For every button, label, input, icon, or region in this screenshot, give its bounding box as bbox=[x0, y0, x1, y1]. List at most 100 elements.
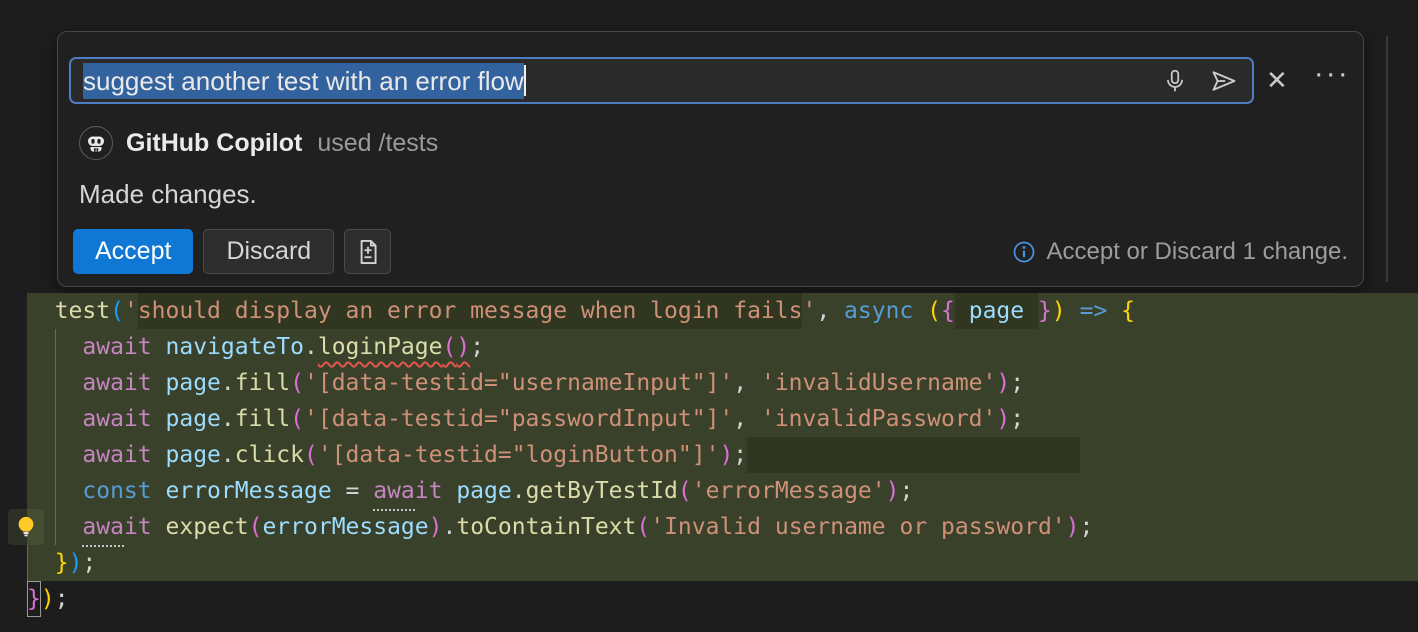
code-line[interactable]: await expect(errorMessage).toContainText… bbox=[0, 509, 1418, 545]
code-token bbox=[152, 509, 166, 545]
code-token: ) bbox=[996, 401, 1010, 437]
code-token: . bbox=[512, 473, 526, 509]
code-token: , bbox=[733, 365, 761, 401]
code-token: '[data-testid="passwordInput"]' bbox=[304, 401, 733, 437]
code-token bbox=[913, 293, 927, 329]
code-token bbox=[152, 473, 166, 509]
lightbulb-icon[interactable] bbox=[8, 509, 44, 545]
code-token: ) bbox=[719, 437, 733, 473]
chat-input[interactable]: suggest another test with an error flow bbox=[69, 57, 1254, 104]
close-glyph: ✕ bbox=[1266, 67, 1288, 93]
more-actions-icon[interactable]: ··· bbox=[1314, 68, 1350, 92]
code-token: toContainText bbox=[456, 509, 636, 545]
code-line[interactable]: }); bbox=[0, 581, 1418, 617]
code-token: ) bbox=[996, 365, 1010, 401]
code-token: ; bbox=[82, 545, 96, 581]
change-status: Accept or Discard 1 change. bbox=[1012, 236, 1349, 268]
close-icon[interactable]: ✕ bbox=[1266, 67, 1288, 93]
code-token: test bbox=[55, 293, 110, 329]
code-token: await bbox=[82, 365, 151, 401]
code-token: async bbox=[844, 293, 913, 329]
code-line[interactable]: await page.fill('[data-testid="passwordI… bbox=[0, 401, 1418, 437]
code-token: loginPage bbox=[318, 329, 443, 365]
code-line[interactable]: }); bbox=[0, 545, 1418, 581]
copilot-name: GitHub Copilot bbox=[126, 129, 302, 158]
code-token: page bbox=[166, 437, 221, 473]
code-token: ) bbox=[886, 473, 900, 509]
code-token: 'invalidUsername' bbox=[761, 365, 996, 401]
code-token: ; bbox=[55, 581, 69, 617]
send-icon[interactable] bbox=[1210, 67, 1238, 95]
code-line[interactable]: await page.fill('[data-testid="usernameI… bbox=[0, 365, 1418, 401]
code-token: ; bbox=[733, 437, 747, 473]
code-token: . bbox=[221, 437, 235, 473]
code-token bbox=[955, 293, 969, 329]
code-token: ; bbox=[1010, 401, 1024, 437]
code-token bbox=[1024, 293, 1038, 329]
microphone-icon[interactable] bbox=[1162, 68, 1188, 94]
code-token: page bbox=[166, 365, 221, 401]
code-token: '[data-testid="usernameInput"]' bbox=[304, 365, 733, 401]
code-token: click bbox=[235, 437, 304, 473]
copilot-response-header: GitHub Copilot used /tests bbox=[79, 126, 438, 160]
editor-code-area[interactable]: test ( 'should display an error message wh… bbox=[0, 293, 1418, 617]
code-token: } bbox=[1038, 293, 1052, 329]
discard-button[interactable]: Discard bbox=[203, 229, 334, 274]
editor-scrollbar[interactable] bbox=[1386, 36, 1388, 282]
code-token: awa bbox=[373, 473, 415, 511]
code-token: page bbox=[456, 473, 511, 509]
code-token: ) bbox=[1066, 509, 1080, 545]
code-token: 'Invalid username or password' bbox=[650, 509, 1065, 545]
code-token: page bbox=[969, 293, 1024, 329]
code-token: ( bbox=[290, 401, 304, 437]
code-token: ( bbox=[290, 365, 304, 401]
code-token bbox=[27, 293, 55, 329]
code-line[interactable]: await page.click('[data-testid="loginBut… bbox=[0, 437, 1418, 473]
indent-guide bbox=[27, 545, 28, 581]
text-cursor bbox=[524, 65, 526, 96]
code-token: page bbox=[166, 401, 221, 437]
code-token: } bbox=[55, 545, 69, 581]
indent-guide bbox=[55, 329, 56, 545]
code-token: const bbox=[82, 473, 151, 509]
code-token: await bbox=[82, 437, 151, 473]
code-token: ) bbox=[69, 545, 83, 581]
code-token bbox=[747, 437, 1079, 473]
status-text: Accept or Discard 1 change. bbox=[1047, 238, 1349, 266]
code-token: . bbox=[221, 401, 235, 437]
code-token bbox=[152, 437, 166, 473]
code-token: ( bbox=[304, 437, 318, 473]
code-token bbox=[1066, 293, 1080, 329]
code-token: { bbox=[1121, 293, 1135, 329]
toggle-changes-icon[interactable] bbox=[344, 229, 391, 274]
code-token: getByTestId bbox=[526, 473, 678, 509]
code-token: ( bbox=[442, 329, 456, 365]
code-token: ' bbox=[124, 293, 138, 329]
code-line[interactable]: const errorMessage = await page.getByTes… bbox=[0, 473, 1418, 509]
code-token: { bbox=[941, 293, 955, 329]
code-token: . bbox=[442, 509, 456, 545]
chat-input-value[interactable]: suggest another test with an error flow bbox=[83, 65, 526, 97]
accept-button[interactable]: Accept bbox=[73, 229, 193, 274]
code-token: . bbox=[304, 329, 318, 365]
code-token: it bbox=[124, 509, 152, 545]
code-token: = bbox=[332, 473, 374, 509]
code-token: } bbox=[27, 581, 41, 617]
code-token: errorMessage bbox=[166, 473, 332, 509]
code-token: should display an error message when log… bbox=[138, 293, 803, 329]
code-token: ; bbox=[470, 329, 484, 365]
code-token: ; bbox=[900, 473, 914, 509]
vscode-editor-with-inline-chat: suggest another test with an error flow bbox=[0, 0, 1418, 632]
code-token: 'errorMessage' bbox=[692, 473, 886, 509]
code-token: , bbox=[816, 293, 844, 329]
code-token: . bbox=[221, 365, 235, 401]
code-token bbox=[27, 545, 55, 581]
code-token bbox=[442, 473, 456, 509]
code-token: ) bbox=[429, 509, 443, 545]
code-token: it bbox=[415, 473, 443, 509]
code-token: ' bbox=[802, 293, 816, 329]
code-line[interactable]: await navigateTo.loginPage(); bbox=[0, 329, 1418, 365]
code-token: ( bbox=[678, 473, 692, 509]
code-line[interactable]: test('should display an error message wh… bbox=[0, 293, 1418, 329]
copilot-slash-command-used: used /tests bbox=[317, 129, 438, 158]
